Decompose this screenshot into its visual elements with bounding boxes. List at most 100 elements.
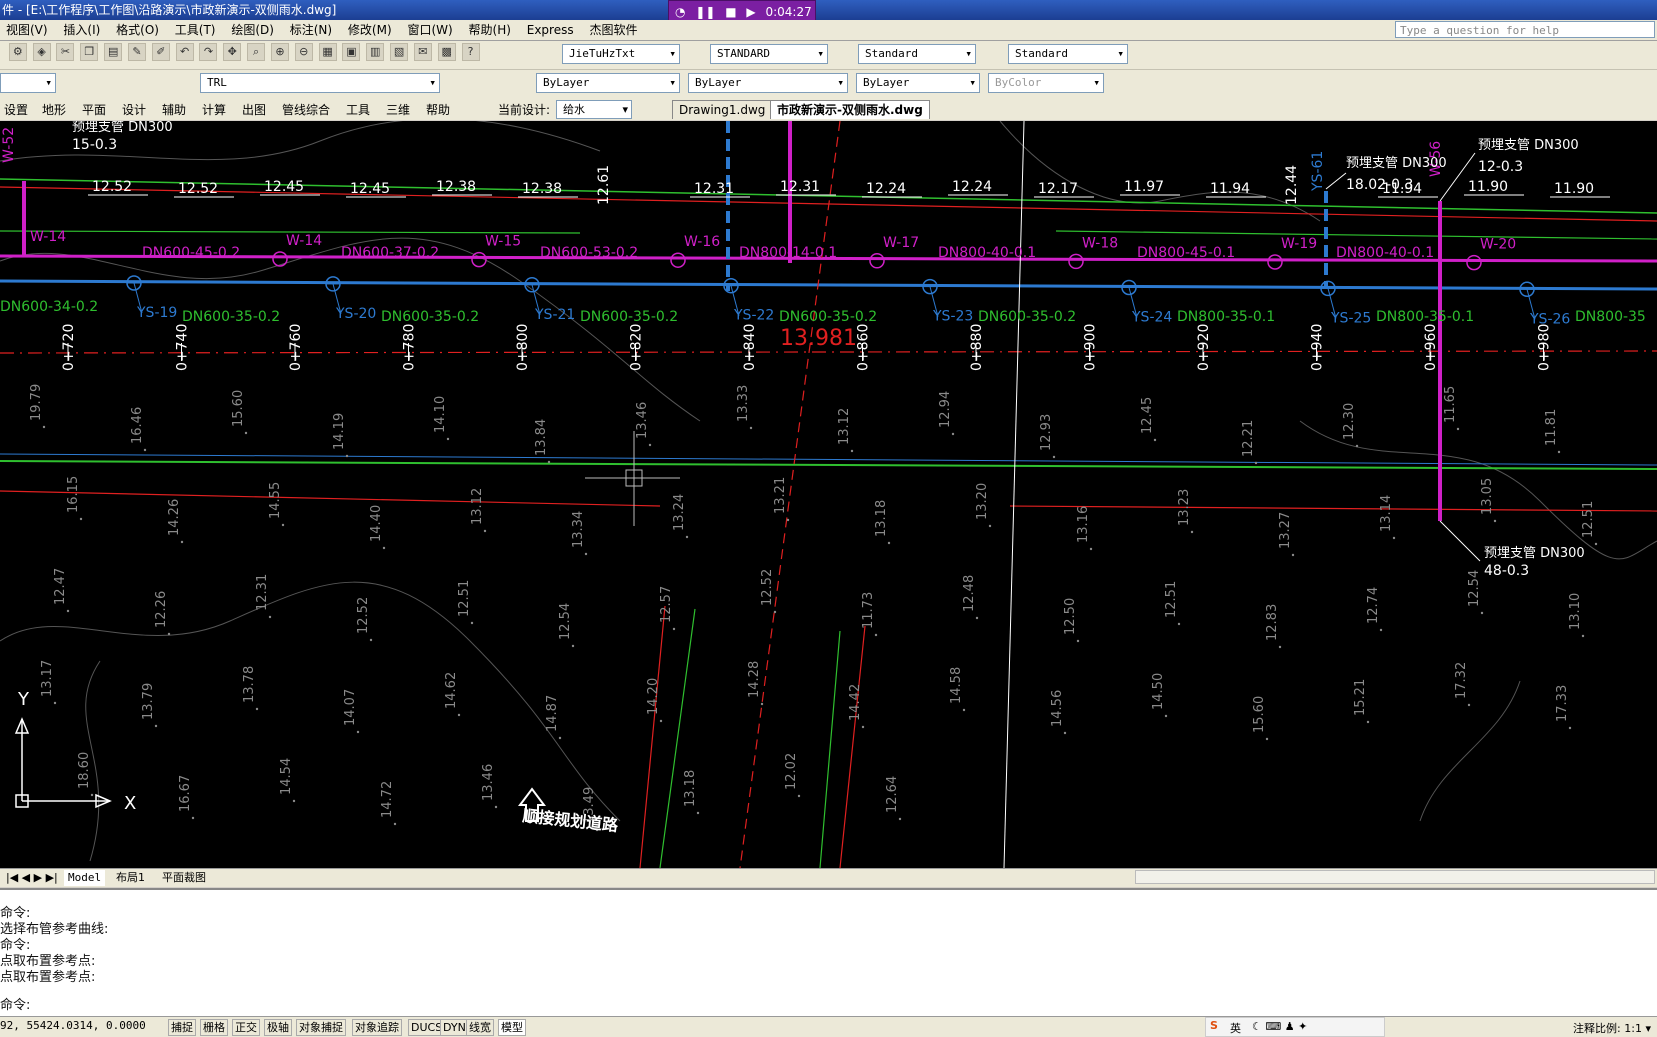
command-input[interactable]: 命令: [0,994,30,1013]
current-design-select[interactable]: 给水 [556,100,632,119]
block-editor-icon[interactable]: ✐ [151,43,170,61]
menu-insert[interactable]: 插入(I) [57,20,106,40]
appmenu-settings[interactable]: 设置 [4,101,28,118]
mleader-style-select[interactable]: Standard [1008,44,1128,64]
menu-dimension[interactable]: 标注(N) [284,20,338,40]
tab-model[interactable]: Model [64,870,106,886]
text-style-select[interactable]: JieTuHzTxt [562,44,680,64]
spot-point [494,805,498,809]
cad-drawing[interactable]: YS-19 YS-20 YS-21 YS-22 YS-23 YS-24 YS-25 YS-26… [0,121,1657,868]
toggle-otrack[interactable]: 对象追踪 [352,1019,402,1036]
redo-icon[interactable]: ↷ [199,43,218,61]
tab-current-drawing[interactable]: 市政新演示-双侧雨水.dwg [770,100,930,119]
pan-icon[interactable]: ✥ [223,43,242,61]
drawing-canvas[interactable]: YS-19 YS-20 YS-21 YS-22 YS-23 YS-24 YS-25 YS-26… [0,121,1657,868]
match-properties-icon[interactable]: ✎ [127,43,146,61]
menu-help[interactable]: 帮助(H) [463,20,517,40]
screen-recorder-bar[interactable]: ◔ ❚❚ ■ ▶ 0:04:27 ▾ [668,0,816,41]
menu-draw[interactable]: 绘图(D) [225,20,280,40]
spot-point [470,621,474,625]
menu-format[interactable]: 格式(O) [110,20,165,40]
zoom-realtime-icon[interactable]: ⌕ [247,43,266,61]
tab-drawing1[interactable]: Drawing1.dwg [672,100,773,119]
station-label: 0+780 [402,324,418,371]
appmenu-design[interactable]: 设计 [122,101,146,118]
properties-icon[interactable]: ▦ [318,43,337,61]
undo-icon[interactable]: ↶ [175,43,194,61]
toggle-lineweight[interactable]: 线宽 [466,1019,494,1036]
spot-point [1265,737,1269,741]
appmenu-terrain[interactable]: 地形 [42,101,66,118]
toggle-osnap[interactable]: 对象捕捉 [296,1019,346,1036]
spot-elevation: 11.65 [1443,386,1458,423]
appmenu-3d[interactable]: 三维 [386,101,410,118]
spot-elevation: 13.27 [1278,512,1293,549]
annotation-scale-value[interactable]: 1:1 [1624,1022,1642,1035]
appmenu-tools[interactable]: 工具 [346,101,370,118]
calculator-icon[interactable]: ▩ [437,43,456,61]
menu-tools[interactable]: 工具(T) [169,20,222,40]
command-window[interactable]: 命令: 选择布管参考曲线: 命令: 点取布置参考点: 点取布置参考点: 命令: [0,888,1657,1018]
tab-layout1[interactable]: 布局1 [112,870,149,886]
dim-style-select[interactable]: STANDARD [710,44,828,64]
toggle-ortho[interactable]: 正交 [232,1019,260,1036]
publish-icon[interactable]: ⚙ [8,43,27,61]
ime-toolbar[interactable]: S 英 ☾ ⌨ ♟ ✦ [1205,1017,1385,1037]
menu-express[interactable]: Express [521,20,580,40]
menu-window[interactable]: 窗口(W) [401,20,458,40]
layer-select[interactable]: TRL [200,73,440,93]
tab-nav-icons[interactable]: |◀ ◀ ▶ ▶| [2,870,62,886]
pipe-label-blue: DN600-35-0.2 [779,309,877,325]
station-label: 0+980 [1537,324,1553,371]
toggle-model[interactable]: 模型 [498,1019,526,1036]
table-style-select[interactable]: Standard [858,44,976,64]
appmenu-calc[interactable]: 计算 [202,101,226,118]
zoom-previous-icon[interactable]: ⊖ [294,43,313,61]
design-center-icon[interactable]: ▣ [342,43,361,61]
menu-jietu[interactable]: 杰图软件 [583,20,643,40]
toggle-dyn[interactable]: DYN [440,1019,469,1036]
menu-modify[interactable]: 修改(M) [342,20,398,40]
ime-mode-label[interactable]: 英 [1230,1020,1241,1036]
appmenu-plan[interactable]: 平面 [82,101,106,118]
color-select[interactable]: ByLayer [536,73,680,93]
appmenu-output[interactable]: 出图 [242,101,266,118]
zoom-window-icon[interactable]: ⊕ [270,43,289,61]
toggle-snap[interactable]: 捕捉 [168,1019,196,1036]
appmenu-aux[interactable]: 辅助 [162,101,186,118]
sheet-set-icon[interactable]: ▧ [390,43,409,61]
copy-icon[interactable]: ❐ [80,43,99,61]
spot-elevation: 15.60 [1252,696,1267,733]
annotation-scale[interactable]: 注释比例: 1:1 ▾ [1573,1020,1651,1036]
linetype-select[interactable]: ByLayer [688,73,848,93]
help-search-input[interactable]: Type a question for help [1395,21,1655,38]
toggle-polar[interactable]: 极轴 [264,1019,292,1036]
elevation-label: 12.38 [522,181,562,197]
spot-point [356,730,360,734]
cut-icon[interactable]: ✂ [56,43,75,61]
plotstyle-select[interactable]: ByColor [988,73,1104,93]
manhole-w [272,251,288,267]
station-label: 0+860 [856,324,872,371]
stub-title: 预埋支管 DN300 [1478,138,1579,153]
markup-icon[interactable]: ✉ [413,43,432,61]
toggle-grid[interactable]: 栅格 [200,1019,228,1036]
horizontal-scrollbar[interactable] [1135,870,1655,884]
appmenu-pipeline[interactable]: 管线综合 [282,101,330,118]
ime-tools-icon[interactable]: ☾ ⌨ ♟ ✦ [1252,1020,1307,1033]
help-icon[interactable]: ? [461,43,480,61]
station-label: 0+820 [629,324,645,371]
spot-point [1355,444,1359,448]
tool-palettes-icon[interactable]: ▥ [366,43,385,61]
spot-point [66,609,70,613]
workspace-select[interactable] [0,73,56,93]
spot-point [1366,720,1370,724]
appmenu-help[interactable]: 帮助 [426,101,450,118]
lineweight-select[interactable]: ByLayer [856,73,980,93]
paste-icon[interactable]: ▤ [104,43,123,61]
tab-plan-crop[interactable]: 平面裁图 [158,870,210,886]
spot-point [975,616,979,620]
spot-elevation: 12.31 [255,574,270,611]
3d-dwf-icon[interactable]: ◈ [32,43,51,61]
menu-view[interactable]: 视图(V) [0,20,54,40]
